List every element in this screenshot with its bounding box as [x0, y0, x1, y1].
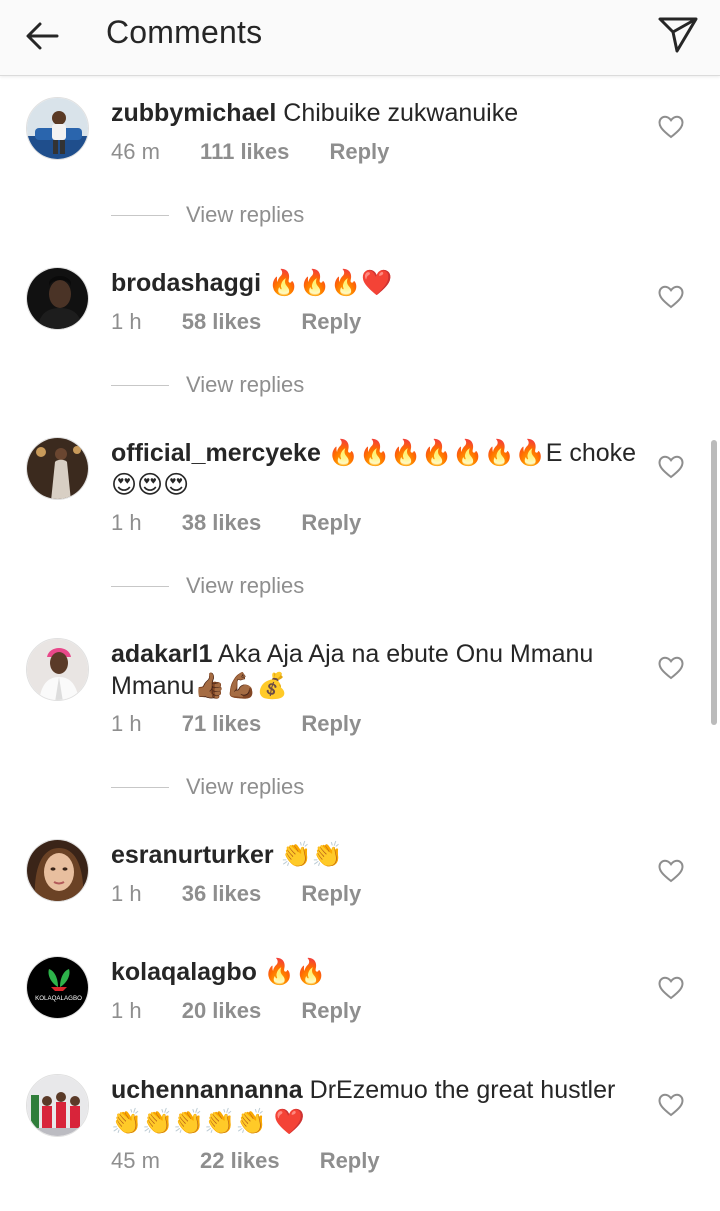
share-button[interactable] — [654, 14, 702, 56]
heart-outline-icon[interactable] — [658, 285, 684, 309]
comment-username[interactable]: official_mercyeke — [111, 439, 321, 467]
avatar[interactable] — [26, 839, 89, 902]
back-arrow-icon — [26, 22, 59, 50]
avatar[interactable] — [26, 267, 89, 330]
avatar[interactable]: KOLAQALAGBO — [26, 956, 89, 1019]
divider-line — [111, 214, 169, 216]
comment-text: uchennannanna DrEzemuo the great hustler… — [111, 1074, 641, 1138]
comment-text: kolaqalagbo 🔥🔥 — [111, 956, 641, 988]
view-replies-label: View replies — [186, 372, 305, 397]
heart-outline-icon[interactable] — [658, 115, 684, 139]
comment-body: 🔥🔥🔥❤️ — [267, 269, 393, 297]
heart-outline-icon[interactable] — [658, 976, 684, 1000]
comment-username[interactable]: kolaqalagbo — [111, 958, 257, 986]
comment-likes[interactable]: 58 likes — [182, 309, 262, 335]
heart-outline-icon[interactable] — [658, 656, 684, 680]
comment-meta: 1 h 38 likes Reply — [111, 510, 361, 536]
avatar[interactable] — [26, 437, 89, 500]
comment-meta: 1 h 36 likes Reply — [111, 881, 361, 907]
comment-time: 1 h — [111, 881, 142, 906]
reply-button[interactable]: Reply — [301, 510, 361, 536]
comment-text: adakarl1 Aka Aja Aja na ebute Onu Mmanu … — [111, 638, 641, 702]
comment-text: official_mercyeke 🔥🔥🔥🔥🔥🔥🔥E choke 😍😍😍 — [111, 437, 641, 501]
comment-text: zubbymichael Chibuike zukwanuike — [111, 97, 641, 129]
view-replies-label: View replies — [186, 573, 305, 598]
reply-button[interactable]: Reply — [301, 309, 361, 335]
view-replies-button[interactable]: View replies — [111, 370, 304, 400]
divider-line — [111, 585, 169, 587]
reply-button[interactable]: Reply — [301, 711, 361, 737]
scrollbar[interactable] — [711, 440, 717, 725]
reply-button[interactable]: Reply — [330, 139, 390, 165]
logo-text: KOLAQALAGBO — [35, 995, 82, 1002]
comment-username[interactable]: brodashaggi — [111, 269, 261, 297]
comment-username[interactable]: esranurturker — [111, 841, 274, 869]
view-replies-label: View replies — [186, 774, 305, 799]
heart-outline-icon[interactable] — [658, 1093, 684, 1117]
reply-button[interactable]: Reply — [301, 998, 361, 1024]
view-replies-button[interactable]: View replies — [111, 200, 304, 230]
comment-time: 46 m — [111, 139, 160, 164]
comment-time: 1 h — [111, 998, 142, 1023]
comment-time: 1 h — [111, 309, 142, 334]
avatar[interactable] — [26, 1074, 89, 1137]
comment-time: 45 m — [111, 1148, 160, 1173]
comment-time: 1 h — [111, 711, 142, 736]
comment-likes[interactable]: 22 likes — [200, 1148, 280, 1174]
comment-body: Chibuike zukwanuike — [283, 99, 519, 127]
comment-body: 👏👏 — [280, 841, 343, 869]
comment-time: 1 h — [111, 510, 142, 535]
heart-outline-icon[interactable] — [658, 455, 684, 479]
reply-button[interactable]: Reply — [320, 1148, 380, 1174]
view-replies-label: View replies — [186, 202, 305, 227]
comment-likes[interactable]: 36 likes — [182, 881, 262, 907]
back-button[interactable] — [22, 16, 62, 56]
page-title: Comments — [106, 14, 263, 50]
comment-text: brodashaggi 🔥🔥🔥❤️ — [111, 267, 641, 299]
comment-meta: 1 h 58 likes Reply — [111, 309, 361, 335]
divider-line — [111, 384, 169, 386]
comment-body: 🔥🔥 — [263, 958, 327, 986]
comment-meta: 1 h 71 likes Reply — [111, 711, 361, 737]
comment-username[interactable]: uchennannanna — [111, 1076, 303, 1104]
reply-button[interactable]: Reply — [301, 881, 361, 907]
view-replies-button[interactable]: View replies — [111, 772, 304, 802]
avatar[interactable] — [26, 97, 89, 160]
comment-username[interactable]: zubbymichael — [111, 99, 276, 127]
comment-meta: 45 m 22 likes Reply — [111, 1148, 380, 1174]
comment-likes[interactable]: 71 likes — [182, 711, 262, 737]
comment-likes[interactable]: 111 likes — [200, 139, 289, 165]
view-replies-button[interactable]: View replies — [111, 571, 304, 601]
comment-likes[interactable]: 38 likes — [182, 510, 262, 536]
comment-meta: 46 m 111 likes Reply — [111, 139, 389, 165]
avatar[interactable] — [26, 638, 89, 701]
divider-line — [111, 786, 169, 788]
comment-meta: 1 h 20 likes Reply — [111, 998, 361, 1024]
comment-likes[interactable]: 20 likes — [182, 998, 262, 1024]
comment-text: esranurturker 👏👏 — [111, 839, 641, 871]
top-bar: Comments — [0, 0, 720, 76]
send-icon — [658, 17, 698, 53]
heart-outline-icon[interactable] — [658, 859, 684, 883]
comment-username[interactable]: adakarl1 — [111, 640, 212, 668]
